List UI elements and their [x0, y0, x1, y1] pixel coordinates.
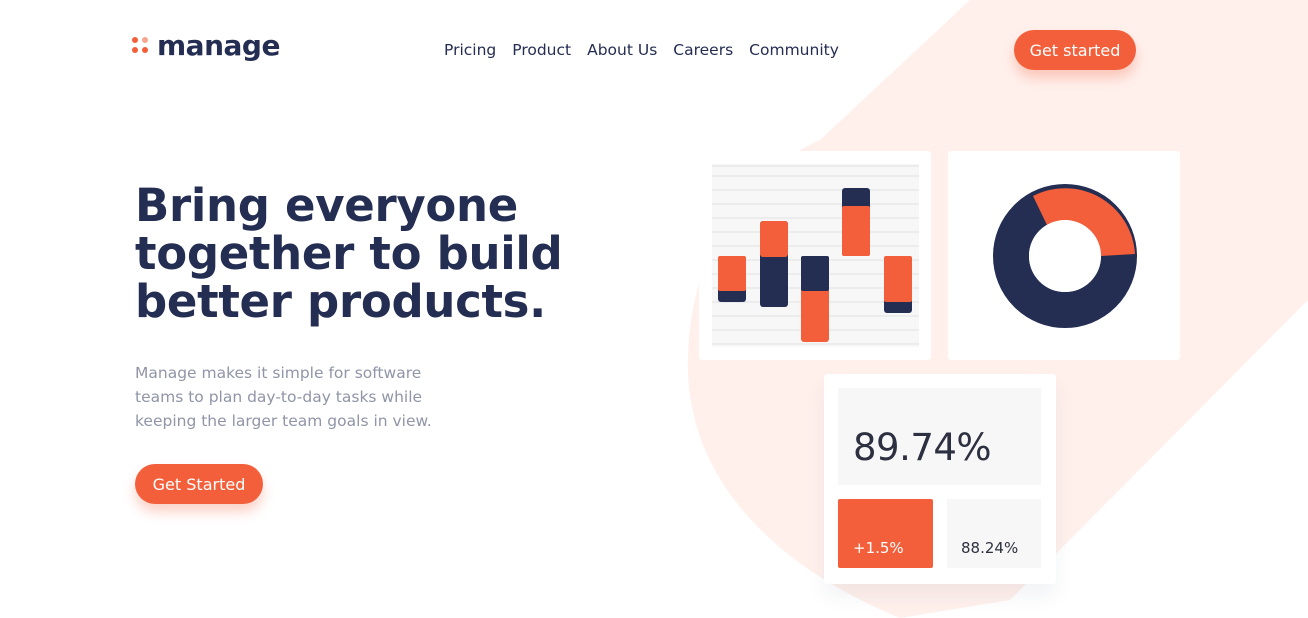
donut-chart-illustration [993, 184, 1137, 328]
nav-link-careers[interactable]: Careers [673, 40, 733, 60]
nav-link-pricing[interactable]: Pricing [444, 40, 496, 60]
header-get-started-button[interactable]: Get started [1014, 30, 1136, 70]
donut-chart-card [948, 151, 1180, 360]
stat-side-value: 88.24% [961, 539, 1019, 557]
brand-name: manage [157, 29, 280, 62]
main-nav: Pricing Product About Us Careers Communi… [444, 40, 839, 60]
stat-main-value: 89.74% [853, 426, 992, 469]
logo-dots-icon [132, 37, 150, 55]
nav-link-about-us[interactable]: About Us [587, 40, 657, 60]
bar-chart-card [699, 151, 931, 360]
stat-change-panel: +1.5% [838, 499, 933, 568]
bar-chart-illustration [712, 164, 919, 347]
stat-change-value: +1.5% [853, 539, 904, 557]
stats-card: 89.74% +1.5% 88.24% [824, 374, 1056, 584]
hero-get-started-button[interactable]: Get Started [135, 464, 263, 504]
nav-link-product[interactable]: Product [512, 40, 571, 60]
hero-title: Bring everyone together to build better … [135, 179, 563, 328]
brand-logo[interactable]: manage [132, 30, 280, 62]
stat-side-panel: 88.24% [947, 499, 1041, 568]
stat-main-panel: 89.74% [838, 388, 1041, 485]
nav-link-community[interactable]: Community [749, 40, 839, 60]
hero-description: Manage makes it simple for software team… [135, 364, 432, 430]
